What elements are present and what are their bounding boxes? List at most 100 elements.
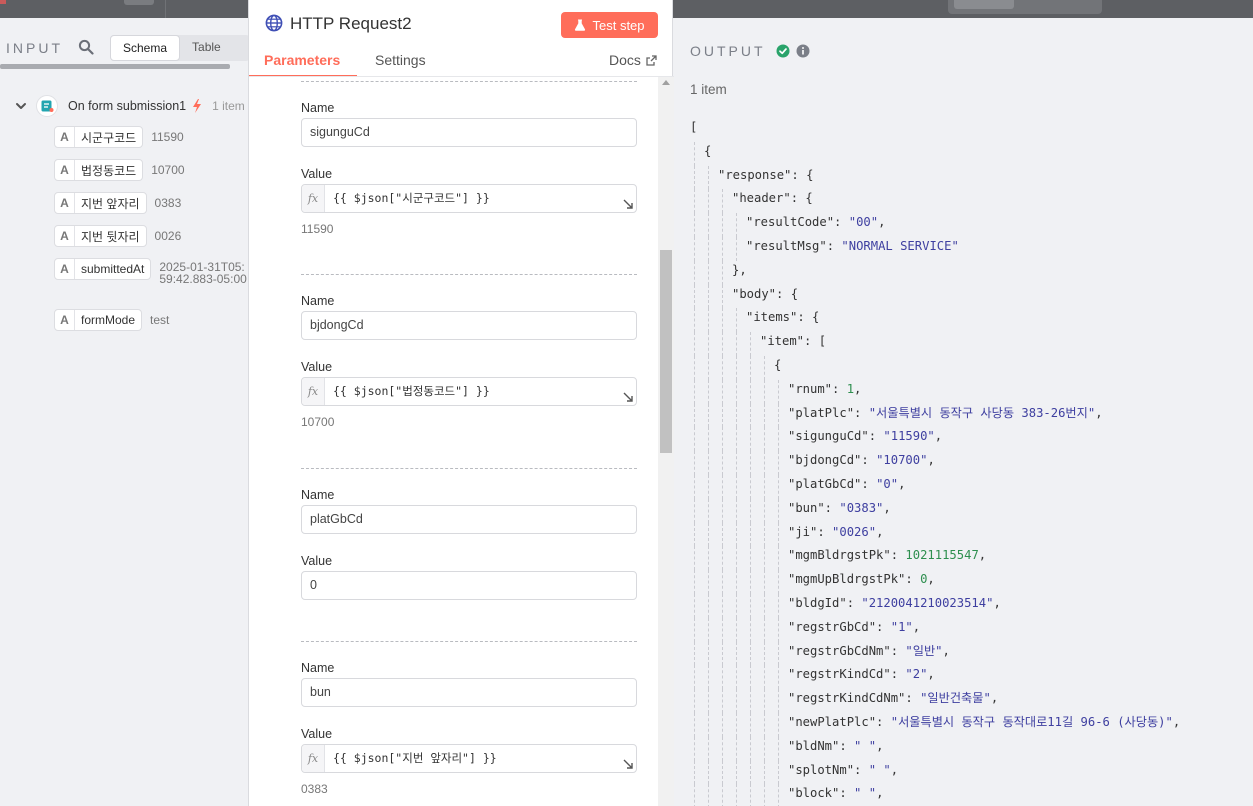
- field-pill[interactable]: AformMode: [54, 309, 143, 331]
- indent-guide: [778, 474, 779, 499]
- indent-guide: [722, 308, 723, 333]
- indent-guide: [736, 474, 737, 499]
- parameter-value-expression[interactable]: fx {{ $json["시군구코드"] }}: [301, 184, 637, 213]
- indent-guide: [708, 260, 709, 285]
- indent-guide: [694, 498, 695, 523]
- json-line-content: [: [690, 118, 697, 136]
- node-title[interactable]: HTTP Request2: [290, 14, 412, 34]
- indent-guide: [722, 593, 723, 618]
- horizontal-scrollbar[interactable]: [0, 64, 230, 69]
- json-line-content: "ji": "0026",: [788, 523, 883, 541]
- indent-guide: [778, 712, 779, 737]
- indent-guide: [750, 451, 751, 475]
- expand-icon[interactable]: [622, 198, 634, 210]
- field-value: 10700: [151, 163, 185, 177]
- field-name: 지번 뒷자리: [81, 229, 140, 244]
- parameter-name-input[interactable]: bun: [301, 678, 637, 707]
- json-comma: ,: [912, 619, 921, 634]
- json-value: 1: [846, 381, 855, 396]
- tab-settings[interactable]: Settings: [375, 52, 426, 68]
- json-bracket: {: [704, 143, 712, 158]
- indent-guide: [694, 379, 695, 404]
- indent-guide: [708, 474, 709, 499]
- json-line: "bjdongCd": "10700",: [690, 451, 1250, 475]
- indent-guide: [694, 784, 695, 806]
- schema-field[interactable]: A 법정동코드 10700: [54, 159, 249, 192]
- indent-guide: [750, 617, 751, 642]
- output-title: OUTPUT: [690, 43, 766, 59]
- indent-guide: [708, 165, 709, 190]
- json-value: "1": [890, 619, 913, 634]
- indent-guide: [778, 522, 779, 547]
- field-pill[interactable]: AsubmittedAt: [54, 258, 152, 280]
- search-icon[interactable]: [78, 39, 94, 55]
- parameters-scroll-area[interactable]: Name sigunguCd Value fx {{ $json["시군구코드"…: [249, 77, 674, 806]
- json-key: "ji":: [788, 524, 833, 539]
- json-line: {: [690, 141, 1250, 166]
- indent-guide: [722, 498, 723, 523]
- indent-guide: [722, 617, 723, 642]
- json-line-content: "sigunguCd": "11590",: [788, 427, 942, 445]
- indent-guide: [750, 689, 751, 713]
- indent-guide: [750, 332, 751, 356]
- scrollbar-thumb[interactable]: [660, 250, 672, 453]
- json-line: "platGbCd": "0",: [690, 474, 1250, 499]
- test-step-button[interactable]: Test step: [561, 12, 658, 38]
- tab-schema[interactable]: Schema: [110, 35, 181, 61]
- indent-guide: [708, 593, 709, 618]
- docs-link[interactable]: Docs: [609, 52, 657, 68]
- input-item-count: 1 item: [212, 99, 245, 113]
- field-pill[interactable]: A 법정동코드: [54, 159, 144, 181]
- indent-guide: [764, 736, 765, 761]
- indent-guide: [708, 355, 709, 380]
- json-value: "서울특별시 동작구 사당동 383-26번지": [868, 405, 1096, 420]
- indent-guide: [764, 427, 765, 452]
- schema-field[interactable]: A 시군구코드 11590: [54, 126, 249, 159]
- json-line: "items": {: [690, 308, 1250, 333]
- json-line-content: {: [704, 142, 711, 160]
- field-pill[interactable]: A 지번 앞자리: [54, 192, 147, 214]
- parameter-name-input[interactable]: sigunguCd: [301, 118, 637, 147]
- tab-parameters[interactable]: Parameters: [264, 52, 340, 68]
- field-value: 0383: [154, 196, 182, 210]
- indent-guide: [722, 355, 723, 380]
- schema-field[interactable]: A 지번 앞자리 0383: [54, 192, 249, 225]
- info-icon[interactable]: [796, 44, 810, 58]
- schema-field[interactable]: AsubmittedAt 2025-01-31T05:59:42.883-05:…: [54, 258, 249, 309]
- schema-field[interactable]: A 지번 뒷자리 0026: [54, 225, 249, 258]
- query-parameter: Name sigunguCd Value fx {{ $json["시군구코드"…: [301, 81, 637, 236]
- input-node-name: On form submission1: [68, 99, 187, 113]
- field-pill[interactable]: A 지번 뒷자리: [54, 225, 147, 247]
- json-line: "splotNm": " ",: [690, 760, 1250, 785]
- json-line: "header": {: [690, 189, 1250, 214]
- json-line-content: "bldgId": "2120041210023514",: [788, 594, 1001, 612]
- schema-field[interactable]: AformMode test: [54, 309, 249, 342]
- json-key: "body":: [732, 286, 791, 301]
- name-label: Name: [301, 101, 335, 115]
- json-key: "resultCode":: [746, 215, 849, 230]
- expand-icon[interactable]: [622, 391, 634, 403]
- json-key: "bldNm":: [788, 738, 855, 753]
- parameter-name-input[interactable]: platGbCd: [301, 505, 637, 534]
- flask-icon: [575, 19, 586, 31]
- json-key: "sigunguCd":: [788, 429, 884, 444]
- indent-guide: [736, 308, 737, 333]
- json-output-view[interactable]: [{"response": {"header": {"resultCode": …: [690, 118, 1250, 806]
- scroll-up-arrow-icon[interactable]: [662, 80, 670, 85]
- json-line-content: },: [732, 261, 747, 279]
- parameter-value-expression[interactable]: fx {{ $json["법정동코드"] }}: [301, 377, 637, 406]
- parameter-value-input[interactable]: 0: [301, 571, 637, 600]
- indent-guide: [722, 570, 723, 594]
- field-name: 법정동코드: [81, 163, 137, 178]
- indent-guide: [736, 427, 737, 452]
- field-pill[interactable]: A 시군구코드: [54, 126, 144, 148]
- input-node-row[interactable]: On form submission1 1 item: [14, 95, 254, 117]
- json-line: "response": {: [690, 165, 1250, 190]
- indent-guide: [750, 498, 751, 523]
- parameter-value-expression[interactable]: fx {{ $json["지번 앞자리"] }}: [301, 744, 637, 773]
- parameter-name-input[interactable]: bjdongCd: [301, 311, 637, 340]
- chevron-down-icon[interactable]: [14, 99, 28, 113]
- tab-table[interactable]: Table: [180, 35, 233, 61]
- expand-icon[interactable]: [622, 758, 634, 770]
- indent-guide: [708, 617, 709, 642]
